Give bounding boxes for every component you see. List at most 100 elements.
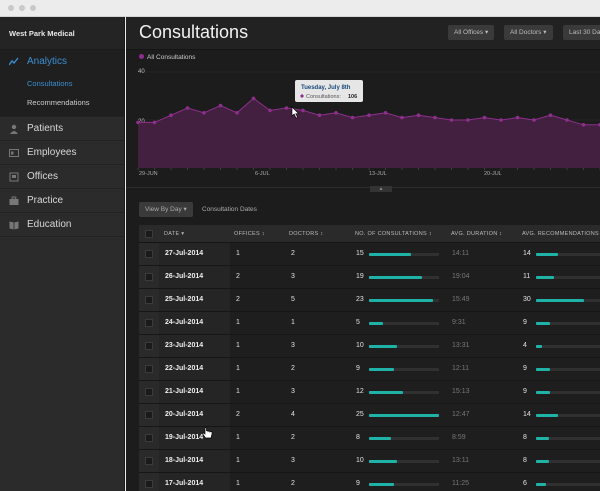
data-point[interactable] (416, 113, 421, 117)
data-point[interactable] (301, 108, 305, 113)
x-axis-ticks (137, 168, 600, 170)
offices-filter-dropdown[interactable]: All Offices ▾ (448, 25, 495, 40)
data-point[interactable] (466, 118, 470, 122)
data-point[interactable] (235, 111, 239, 115)
date-range-dropdown[interactable]: Last 30 Da (563, 25, 600, 40)
row-checkbox[interactable] (145, 250, 153, 258)
data-point[interactable] (268, 108, 272, 113)
sidebar-item-analytics[interactable]: Analytics (0, 50, 124, 74)
row-checkbox[interactable] (145, 434, 153, 442)
y-tick-label: 40 (138, 69, 145, 75)
row-checkbox[interactable] (145, 480, 153, 488)
offices-column-header[interactable]: OFFICES ↕ (234, 225, 265, 243)
row-checkbox[interactable] (145, 342, 153, 350)
row-checkbox[interactable] (145, 296, 153, 304)
duration-value: 8:59 (452, 434, 466, 441)
row-checkbox[interactable] (145, 319, 153, 327)
main-content: Consultations All Offices ▾ All Doctors … (126, 17, 600, 491)
view-by-dropdown[interactable]: View By Day ▾ (139, 202, 193, 217)
app-window: West Park Medical Analytics Consultation… (0, 0, 600, 491)
consultations-bar (369, 460, 397, 463)
data-point[interactable] (185, 106, 190, 110)
data-point[interactable] (565, 118, 569, 122)
table-row[interactable]: 25-Jul-2014 2 5 23 15:49 30 (139, 289, 600, 312)
data-point[interactable] (218, 103, 223, 108)
consultations-table: DATE ▾ OFFICES ↕ DOCTORS ↕ NO. OF CONSUL… (139, 225, 600, 491)
table-row[interactable]: 26-Jul-2014 2 3 19 19:04 11 (139, 266, 600, 289)
table-row[interactable]: 27-Jul-2014 1 2 15 14:11 14 (139, 243, 600, 266)
data-point[interactable] (136, 120, 140, 125)
data-point[interactable] (548, 113, 553, 117)
sidebar-item-practice[interactable]: Practice (0, 189, 124, 213)
checkbox-cell (139, 266, 159, 288)
recommendations-bar (536, 391, 551, 394)
data-point[interactable] (169, 113, 173, 117)
date-column-header[interactable]: DATE ▾ (164, 225, 184, 243)
row-checkbox[interactable] (145, 457, 153, 465)
table-row[interactable]: 21-Jul-2014 1 3 12 15:13 9 (139, 381, 600, 404)
table-row[interactable]: 24-Jul-2014 1 1 5 9:31 9 (139, 312, 600, 335)
recommendations-bar (536, 322, 551, 325)
doctors-column-header[interactable]: DOCTORS ↕ (289, 225, 323, 243)
data-point[interactable] (433, 115, 437, 120)
date-value[interactable]: 19-Jul-2014 (165, 427, 203, 449)
sidebar-item-employees[interactable]: Employees (0, 141, 124, 165)
date-value: 22-Jul-2014 (165, 365, 204, 372)
recommendations-column-header[interactable]: AVG. RECOMMENDATIONS ↕ (522, 225, 600, 243)
recommendations-value: 14 (523, 250, 531, 257)
select-all-checkbox[interactable] (145, 230, 153, 238)
window-minimize-dot[interactable] (19, 5, 25, 11)
data-point[interactable] (515, 115, 520, 120)
recommendations-bar (536, 414, 559, 417)
data-point[interactable] (383, 111, 388, 115)
consultations-column-header[interactable]: NO. OF CONSULTATIONS ↕ (355, 225, 432, 243)
data-point[interactable] (284, 106, 289, 110)
doctors-value: 2 (291, 250, 295, 257)
offices-value: 1 (236, 388, 240, 395)
sidebar-subitem-consultations[interactable]: Consultations (0, 74, 124, 93)
doctors-value: 3 (291, 388, 295, 395)
tooltip-swatch (300, 94, 304, 98)
table-row[interactable]: 22-Jul-2014 1 2 9 12:11 9 (139, 358, 600, 381)
recommendations-value: 4 (523, 342, 527, 349)
doctors-filter-dropdown[interactable]: All Doctors ▾ (504, 25, 553, 40)
window-zoom-dot[interactable] (30, 5, 36, 11)
data-point[interactable] (400, 115, 404, 120)
data-point[interactable] (350, 115, 355, 120)
sidebar-item-patients[interactable]: Patients (0, 117, 124, 141)
table-header: DATE ▾ OFFICES ↕ DOCTORS ↕ NO. OF CONSUL… (139, 225, 600, 243)
data-point[interactable] (251, 96, 256, 101)
chart-tooltip: Tuesday, July 8th Consultations: 106 (295, 80, 363, 102)
table-row[interactable]: 18-Jul-2014 1 3 10 13:11 8 (139, 450, 600, 473)
row-checkbox[interactable] (145, 411, 153, 419)
window-close-dot[interactable] (8, 5, 14, 11)
data-point[interactable] (317, 113, 322, 117)
data-point[interactable] (152, 120, 157, 125)
doctors-value: 2 (291, 434, 295, 441)
table-row[interactable]: 20-Jul-2014 2 4 25 12:47 14 (139, 404, 600, 427)
sidebar-subitem-recommendations[interactable]: Recommendations (0, 93, 124, 112)
table-body: 27-Jul-2014 1 2 15 14:11 14 26-Jul-2014 2 3 19 19:… (139, 243, 600, 491)
data-point[interactable] (334, 111, 338, 115)
collapse-chart-handle[interactable]: ▲ (370, 186, 392, 192)
consultations-area-chart[interactable]: 40 20 29-JUN 6-JUL 13-JUL 20-JUL Tuesday… (126, 63, 600, 183)
data-point[interactable] (581, 123, 586, 127)
checkbox-cell (139, 335, 159, 357)
recommendations-value: 6 (523, 480, 527, 487)
data-point[interactable] (532, 118, 536, 122)
duration-column-header[interactable]: AVG. DURATION ↕ (451, 225, 502, 243)
sidebar-item-education[interactable]: Education (0, 213, 124, 237)
data-point[interactable] (202, 111, 206, 115)
data-point[interactable] (449, 118, 454, 122)
data-point[interactable] (367, 113, 371, 117)
table-row[interactable]: 17-Jul-2014 1 2 9 11:25 6 (139, 473, 600, 491)
table-row[interactable]: 23-Jul-2014 1 3 10 13:31 4 (139, 335, 600, 358)
row-checkbox[interactable] (145, 365, 153, 373)
sidebar-item-offices[interactable]: Offices (0, 165, 124, 189)
x-tick-label: 29-JUN (139, 171, 158, 177)
recommendations-value: 9 (523, 319, 527, 326)
data-point[interactable] (482, 115, 487, 120)
row-checkbox[interactable] (145, 388, 153, 396)
row-checkbox[interactable] (145, 273, 153, 281)
data-point[interactable] (499, 118, 503, 122)
